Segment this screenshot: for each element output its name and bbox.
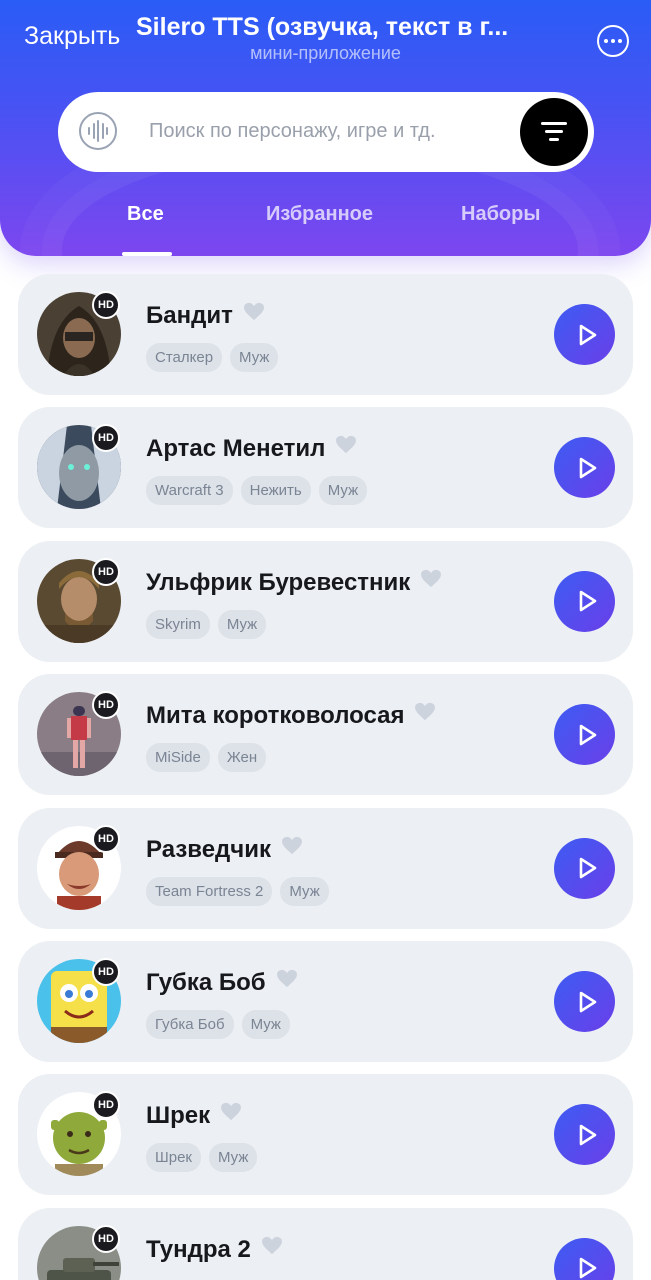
character-card[interactable]: HD Бандит Сталкер Муж	[18, 274, 633, 395]
tag-chip: MiSide	[146, 743, 210, 773]
character-card[interactable]: HD Тундра 2	[18, 1207, 633, 1280]
character-name-row: Тундра 2	[146, 1234, 283, 1264]
play-button[interactable]	[554, 971, 615, 1032]
tag-chip: Муж	[318, 476, 368, 506]
play-icon	[575, 323, 599, 347]
character-card[interactable]: HD Разведчик Team Fortress 2 Муж	[18, 807, 633, 929]
tab-favorites[interactable]: Избранное	[266, 203, 373, 226]
character-name: Губка Боб	[146, 969, 266, 996]
tag-chip: Муж	[217, 609, 267, 639]
play-button[interactable]	[554, 837, 615, 899]
character-name-row: Мита коротковолосая	[146, 700, 436, 730]
active-tab-indicator	[122, 252, 172, 256]
play-button[interactable]	[554, 1237, 615, 1280]
search-input[interactable]: Поиск по персонажу, игре и тд.	[149, 120, 436, 143]
character-card[interactable]: HD Ульфрик Буревестник Skyrim Муж	[18, 540, 633, 662]
character-name: Разведчик	[146, 835, 271, 863]
hd-badge: HD	[92, 958, 120, 986]
play-button[interactable]	[554, 704, 615, 766]
play-icon	[575, 589, 599, 613]
character-name: Мита коротковолосая	[146, 702, 405, 730]
search-bar[interactable]: Поиск по персонажу, игре и тд.	[58, 92, 594, 172]
tag-chip: Жен	[217, 743, 267, 773]
favorite-heart-icon[interactable]	[420, 567, 442, 595]
play-icon	[575, 1256, 599, 1280]
hd-badge: HD	[92, 824, 120, 853]
tag-chip: Сталкер	[146, 343, 223, 372]
character-name: Тундра 2	[146, 1235, 251, 1263]
tag-list: Губка Боб Муж	[146, 1010, 290, 1039]
play-icon	[575, 456, 599, 480]
character-card[interactable]: HD Артас Менетил Warcraft 3 Нежить Муж	[18, 407, 633, 529]
character-name-row: Бандит	[146, 300, 265, 330]
app-subtitle: мини-приложение	[250, 43, 401, 63]
favorite-heart-icon[interactable]	[335, 433, 357, 461]
play-icon	[575, 990, 599, 1014]
tag-chip: Муж	[280, 876, 329, 906]
tag-list: Шрек Муж	[146, 1143, 258, 1173]
sound-wave-icon	[79, 112, 117, 150]
favorite-heart-icon[interactable]	[276, 967, 298, 995]
tag-chip: Муж	[209, 1143, 258, 1173]
tag-list: MiSide Жен	[146, 743, 267, 773]
tag-list: Сталкер Муж	[146, 343, 279, 372]
character-name-row: Артас Менетил	[146, 433, 357, 463]
tag-chip: Skyrim	[146, 609, 210, 639]
play-button[interactable]	[554, 570, 615, 632]
character-name-row: Разведчик	[146, 834, 303, 864]
character-card[interactable]: HD Шрек Шрек Муж	[18, 1074, 633, 1196]
tag-chip: Warcraft 3	[146, 476, 233, 506]
tabs-bar: Все Избранное Наборы	[0, 200, 651, 256]
tab-sets[interactable]: Наборы	[461, 203, 540, 226]
tag-list: Team Fortress 2 Муж	[146, 876, 329, 906]
play-icon	[575, 1123, 599, 1147]
character-name: Шрек	[146, 1102, 211, 1130]
play-icon	[575, 856, 599, 880]
tag-chip: Шрек	[146, 1143, 201, 1173]
play-button[interactable]	[554, 304, 615, 365]
tag-list: Skyrim Муж	[146, 609, 267, 639]
character-name-row: Ульфрик Буревестник	[146, 567, 442, 597]
more-dots-icon[interactable]	[597, 25, 629, 57]
hd-badge: HD	[92, 691, 120, 720]
tab-all[interactable]: Все	[127, 203, 164, 226]
character-name: Бандит	[146, 302, 233, 329]
tag-chip: Team Fortress 2	[146, 876, 273, 906]
hd-badge: HD	[92, 291, 120, 319]
character-name: Ульфрик Буревестник	[146, 568, 411, 596]
character-name: Артас Менетил	[146, 435, 326, 463]
favorite-heart-icon[interactable]	[220, 1100, 242, 1128]
app-title: Silero TTS (озвучка, текст в г...	[136, 13, 509, 41]
character-card[interactable]: HD Мита коротковолосая MiSide Жен	[18, 674, 633, 796]
tag-chip: Муж	[230, 343, 279, 372]
play-button[interactable]	[554, 437, 615, 499]
play-icon	[575, 723, 599, 747]
character-name-row: Шрек	[146, 1100, 242, 1130]
hd-badge: HD	[92, 1224, 120, 1253]
tag-chip: Губка Боб	[146, 1010, 234, 1039]
tag-chip: Нежить	[240, 476, 311, 506]
favorite-heart-icon[interactable]	[281, 834, 303, 862]
character-name-row: Губка Боб	[146, 967, 298, 997]
tag-chip: Муж	[241, 1010, 290, 1039]
tag-list: Warcraft 3 Нежить Муж	[146, 476, 368, 506]
favorite-heart-icon[interactable]	[243, 300, 265, 328]
favorite-heart-icon[interactable]	[414, 700, 436, 728]
character-card[interactable]: HD Губка Боб Губка Боб Муж	[18, 941, 633, 1062]
play-button[interactable]	[554, 1104, 615, 1166]
app-header: Закрыть Silero TTS (озвучка, текст в г..…	[0, 0, 651, 256]
hd-badge: HD	[92, 557, 120, 586]
favorite-heart-icon[interactable]	[261, 1234, 283, 1262]
filter-icon[interactable]	[520, 98, 588, 166]
